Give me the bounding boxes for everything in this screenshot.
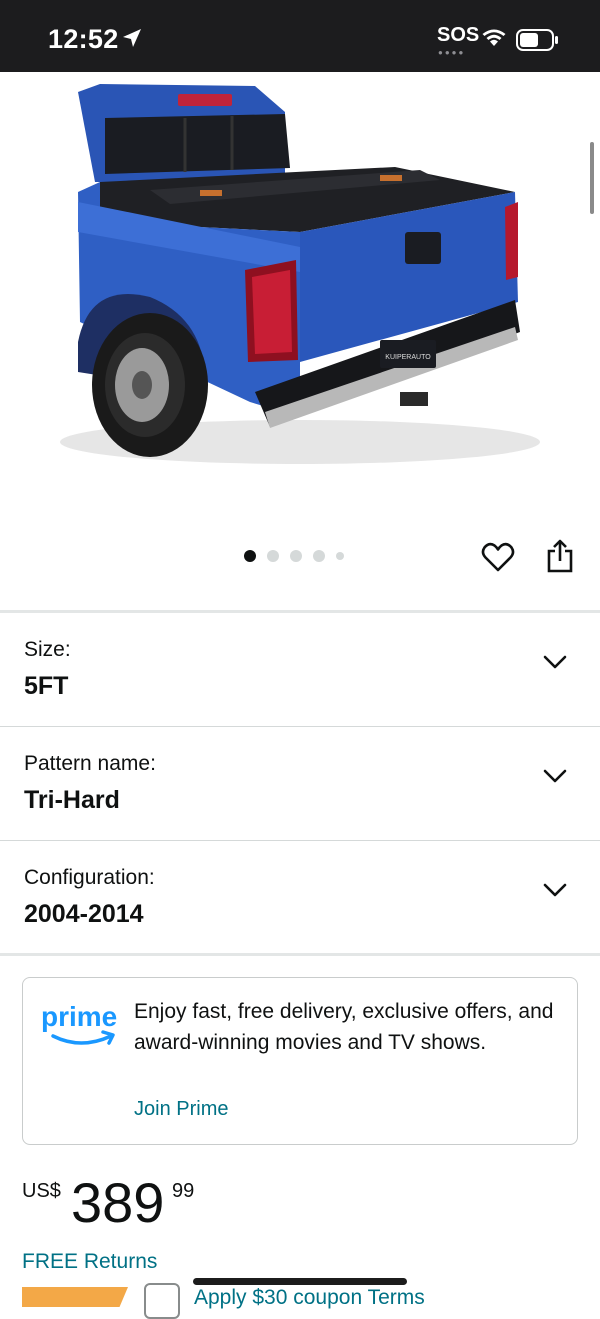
coupon-checkbox[interactable] xyxy=(144,1283,180,1319)
configuration-selector[interactable]: Configuration: 2004-2014 xyxy=(0,842,600,954)
price-fraction: 99 xyxy=(172,1180,195,1202)
carousel-dot[interactable] xyxy=(267,550,279,562)
home-indicator[interactable] xyxy=(193,1278,407,1285)
carousel-dot[interactable] xyxy=(244,550,256,562)
chevron-down-icon xyxy=(542,768,568,789)
heart-icon[interactable] xyxy=(481,541,515,578)
prime-message: Enjoy fast, free delivery, exclusive off… xyxy=(134,1000,554,1054)
product-image[interactable]: KUIPERAUTO xyxy=(0,72,600,522)
sos-indicator: SOS xyxy=(437,24,480,46)
variation-value: 5FT xyxy=(24,672,69,700)
carousel-dot[interactable] xyxy=(313,550,325,562)
divider xyxy=(0,840,600,841)
status-bar: 12:52 SOS ●●●● xyxy=(0,0,600,72)
divider xyxy=(0,726,600,727)
pattern-selector[interactable]: Pattern name: Tri-Hard xyxy=(0,728,600,840)
battery-icon xyxy=(516,29,560,56)
coupon-badge xyxy=(22,1287,128,1307)
chevron-down-icon xyxy=(542,882,568,903)
price-currency: US$ xyxy=(22,1180,61,1202)
section-divider xyxy=(0,953,600,956)
free-returns-link[interactable]: FREE Returns xyxy=(22,1250,157,1274)
carousel-dot[interactable] xyxy=(336,552,344,560)
svg-text:KUIPERAUTO: KUIPERAUTO xyxy=(385,354,431,361)
variation-label: Size: xyxy=(24,638,71,661)
scroll-indicator[interactable] xyxy=(590,142,594,214)
carousel-dot[interactable] xyxy=(290,550,302,562)
share-icon[interactable] xyxy=(545,538,575,579)
location-arrow-icon xyxy=(120,26,144,55)
section-divider xyxy=(0,610,600,613)
svg-text:prime: prime xyxy=(41,1001,117,1032)
signal-dots: ●●●● xyxy=(438,48,466,57)
variation-value: Tri-Hard xyxy=(24,786,120,814)
chevron-down-icon xyxy=(542,654,568,675)
prime-logo: prime xyxy=(41,998,123,1053)
join-prime-link[interactable]: Join Prime xyxy=(134,1098,228,1121)
price-whole: 389 xyxy=(71,1171,165,1234)
size-selector[interactable]: Size: 5FT xyxy=(0,614,600,726)
variation-label: Configuration: xyxy=(24,866,155,889)
clock: 12:52 xyxy=(48,24,119,54)
prime-banner[interactable]: prime Enjoy fast, free delivery, exclusi… xyxy=(22,977,578,1145)
variation-label: Pattern name: xyxy=(24,752,156,775)
coupon-text[interactable]: Apply $30 coupon Terms xyxy=(194,1286,425,1310)
truck-illustration: KUIPERAUTO xyxy=(60,84,540,464)
carousel-dots[interactable] xyxy=(244,548,344,564)
wifi-icon xyxy=(480,28,508,53)
variation-value: 2004-2014 xyxy=(24,900,144,928)
